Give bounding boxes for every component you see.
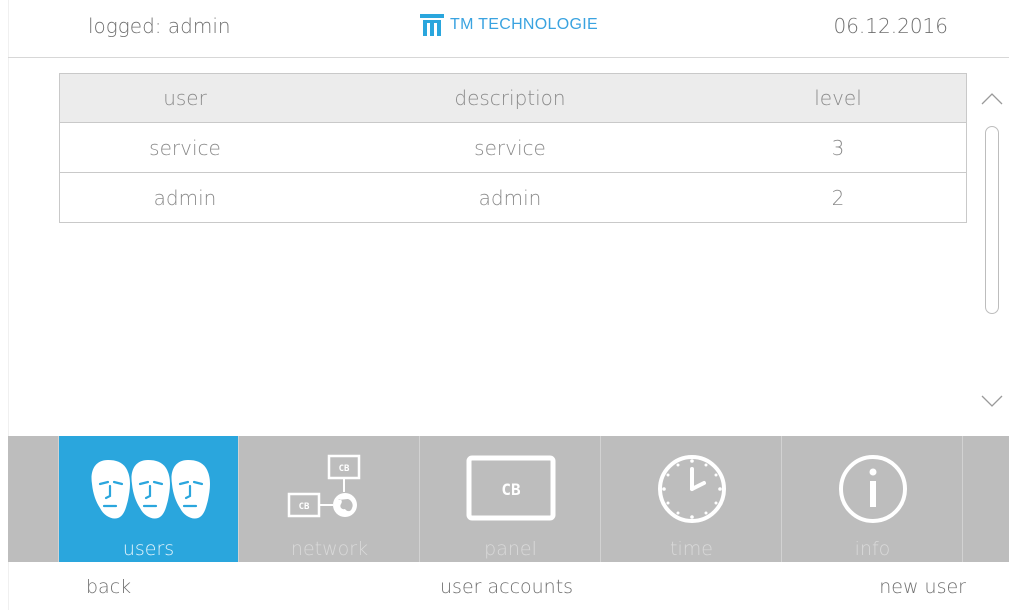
cell-user: service — [149, 135, 221, 160]
users-table: user description level service service 3… — [59, 73, 967, 223]
table-header-row: user description level — [60, 74, 966, 123]
column-header-description[interactable]: description — [310, 86, 710, 110]
nav-label-info: info — [854, 538, 891, 560]
nav-item-info[interactable]: info — [783, 436, 963, 562]
cell-description: admin — [478, 185, 542, 210]
cell-user: admin — [153, 185, 217, 210]
nav-item-users[interactable]: users — [59, 436, 239, 562]
nav-item-time[interactable]: time — [602, 436, 782, 562]
new-user-button[interactable]: new user — [879, 576, 966, 598]
nav-item-network[interactable]: CB CB network — [240, 436, 420, 562]
table-row[interactable]: admin admin 2 — [60, 173, 966, 222]
logged-user-label: logged: admin — [88, 14, 231, 38]
clock-icon — [602, 448, 781, 530]
column-header-level[interactable]: level — [710, 86, 966, 110]
info-icon — [783, 448, 962, 530]
network-cb-bottom-label: CB — [298, 502, 309, 512]
tm-logo-icon — [420, 14, 444, 36]
brand-logo: TM TECHNOLOGIE — [420, 14, 598, 36]
nav-item-panel[interactable]: CB panel — [421, 436, 601, 562]
nav-label-panel: panel — [484, 538, 537, 560]
scroll-up-chevron-icon[interactable] — [978, 86, 1006, 114]
panel-icon: CB — [421, 448, 600, 530]
nav-label-users: users — [122, 538, 175, 560]
table-row[interactable]: service service 3 — [60, 123, 966, 173]
network-icon: CB CB — [240, 448, 419, 530]
cell-level: 2 — [831, 185, 845, 210]
brand-rest: TECHNOLOGIE — [478, 16, 598, 33]
back-button[interactable]: back — [86, 576, 131, 598]
screen-title: user accounts — [440, 576, 574, 598]
network-cb-top-label: CB — [338, 464, 349, 474]
date-label: 06.12.2016 — [833, 14, 948, 38]
header: logged: admin TM TECHNOLOGIE 06.12.2016 — [8, 0, 1009, 58]
brand-name: TM TECHNOLOGIE — [450, 16, 598, 34]
brand-tm: TM — [450, 16, 474, 33]
scroll-down-chevron-icon[interactable] — [978, 386, 1006, 414]
nav-spacer — [8, 436, 59, 562]
cell-description: service — [474, 135, 546, 160]
nav-label-time: time — [670, 538, 713, 560]
users-icon — [59, 448, 238, 530]
footer: back user accounts new user — [8, 562, 1009, 610]
nav-label-network: network — [290, 538, 369, 560]
column-header-user[interactable]: user — [60, 86, 310, 110]
panel-cb-label: CB — [501, 480, 521, 499]
scrollbar-track[interactable] — [985, 126, 999, 314]
bottom-nav: users CB CB network CB panel time info — [8, 436, 1009, 562]
cell-level: 3 — [831, 135, 845, 160]
